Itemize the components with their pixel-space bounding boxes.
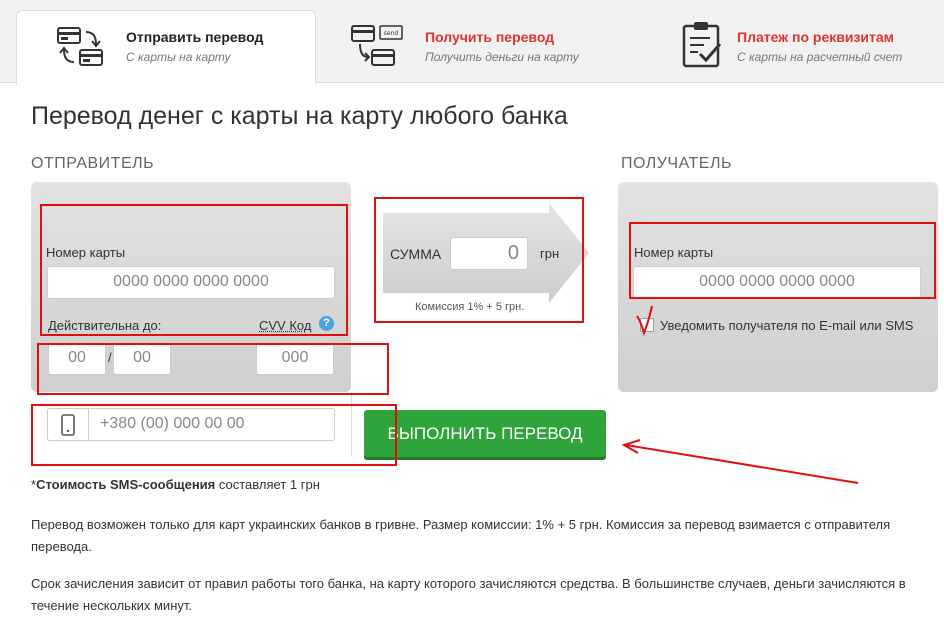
page-title: Перевод денег с карты на карту любого ба…	[31, 102, 568, 130]
recipient-section-label: ПОЛУЧАТЕЛЬ	[621, 155, 732, 172]
send-transfer-icon	[56, 26, 104, 68]
tab-send-title: Отправить перевод	[126, 29, 264, 45]
sender-section-label: ОТПРАВИТЕЛЬ	[31, 155, 155, 172]
info-paragraph-timing: Срок зачисления зависит от правил работы…	[31, 576, 906, 613]
annotation-box-phone	[31, 404, 397, 466]
receive-transfer-icon: send	[350, 24, 404, 68]
annotation-box-card	[40, 204, 348, 336]
tab-send-subtitle: С карты на карту	[126, 50, 231, 64]
sms-note-bold: Стоимость SMS-сообщения	[36, 477, 216, 492]
annotation-box-recipient	[629, 222, 936, 299]
notify-checkbox[interactable]	[640, 318, 654, 332]
annotation-box-amount	[374, 197, 584, 323]
tab-receive-transfer[interactable]: Получить перевод	[425, 29, 554, 45]
svg-text:send: send	[384, 30, 399, 37]
sms-note-rest: составляет 1 грн	[215, 477, 320, 492]
submit-transfer-button[interactable]: ВЫПОЛНИТЬ ПЕРЕВОД	[364, 410, 606, 457]
tab-payment-details[interactable]: Платеж по реквизитам	[737, 29, 894, 45]
sms-cost-note: *Стоимость SMS-сообщения составляет 1 гр…	[31, 474, 320, 496]
tab-payment-subtitle: С карты на расчетный счет	[737, 50, 903, 64]
annotation-box-expiry	[37, 343, 389, 395]
clipboard-check-icon	[680, 20, 724, 68]
notify-label: Уведомить получателя по E-mail или SMS	[660, 318, 914, 333]
tab-receive-subtitle: Получить деньги на карту	[425, 50, 579, 64]
info-paragraph-commission: Перевод возможен только для карт украинс…	[31, 517, 891, 554]
